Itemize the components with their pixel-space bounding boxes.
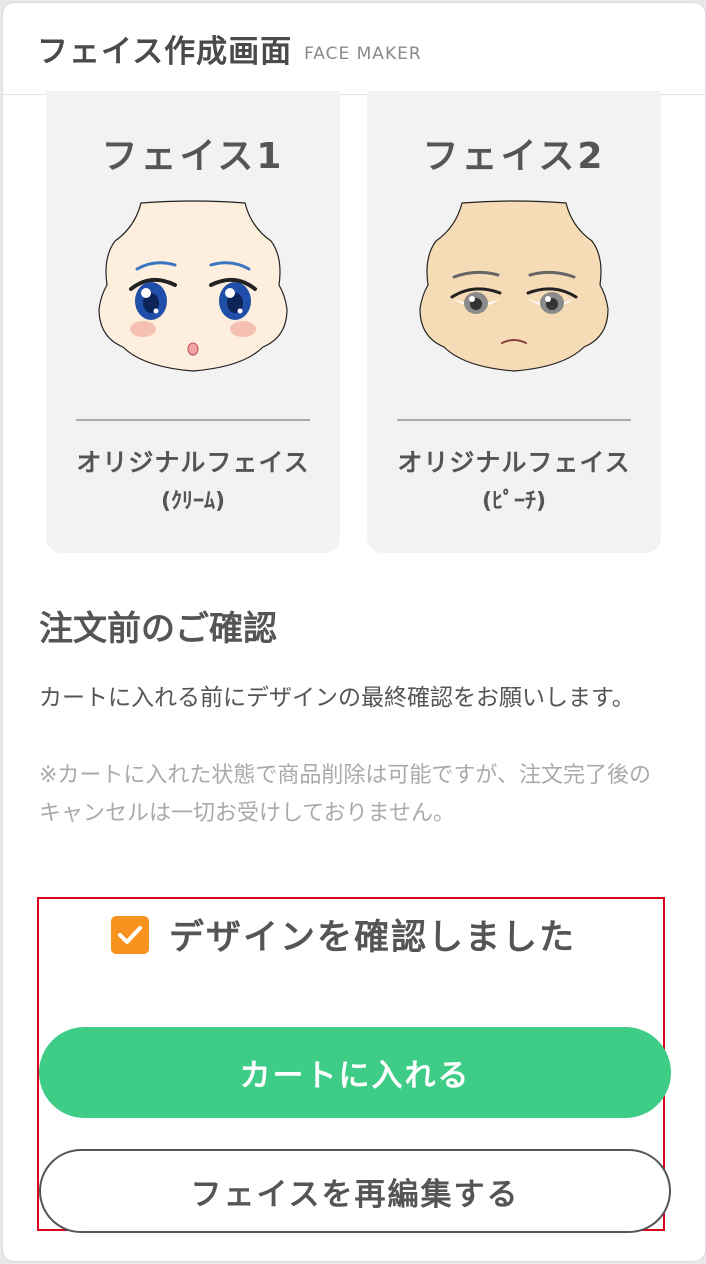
face-card-title: フェイス2	[422, 136, 606, 177]
face-1-icon	[98, 200, 288, 372]
face-2-icon	[419, 200, 609, 372]
confirm-note: ※カートに入れた状態で商品削除は可能ですが、注文完了後のキャンセルは一切お受けし…	[39, 763, 651, 826]
face-card-title: フェイス1	[101, 136, 285, 177]
page-title: フェイス作成画面	[37, 34, 293, 70]
page-header: フェイス作成画面 FACE MAKER	[3, 3, 705, 95]
face-card-name: オリジナルフェイス	[76, 448, 310, 477]
face-card-name: オリジナルフェイス	[397, 448, 631, 477]
face-card-variant: (ﾋﾟｰﾁ)	[481, 489, 547, 514]
re-edit-face-button[interactable]: フェイスを再編集する	[39, 1149, 671, 1233]
page-subtitle: FACE MAKER	[304, 43, 422, 64]
page-frame: フェイス作成画面 FACE MAKER フェイス1 オリジナルフェイス (ｸﾘｰ…	[2, 2, 706, 1262]
face-card-variant: (ｸﾘｰﾑ)	[160, 489, 226, 514]
design-confirm-checkbox-row[interactable]: デザインを確認しました	[111, 909, 576, 960]
face-card-2[interactable]: フェイス2 オリジナルフェイス (ﾋﾟｰﾁ)	[367, 91, 661, 553]
face-card-1[interactable]: フェイス1 オリジナルフェイス (ｸﾘｰﾑ)	[46, 91, 340, 553]
design-confirm-checkbox[interactable]	[111, 915, 149, 954]
face-card-list: フェイス1 オリジナルフェイス (ｸﾘｰﾑ) フェイス2 オリジナルフェイス (…	[3, 91, 705, 556]
add-to-cart-button[interactable]: カートに入れる	[39, 1027, 671, 1118]
checkmark-icon	[118, 925, 142, 944]
design-confirm-label[interactable]: デザインを確認しました	[169, 909, 576, 960]
confirm-description: カートに入れる前にデザインの最終確認をお願いします。	[39, 685, 635, 711]
card-divider	[76, 419, 310, 421]
confirm-heading: 注文前のご確認	[39, 609, 277, 649]
card-divider	[397, 419, 631, 421]
